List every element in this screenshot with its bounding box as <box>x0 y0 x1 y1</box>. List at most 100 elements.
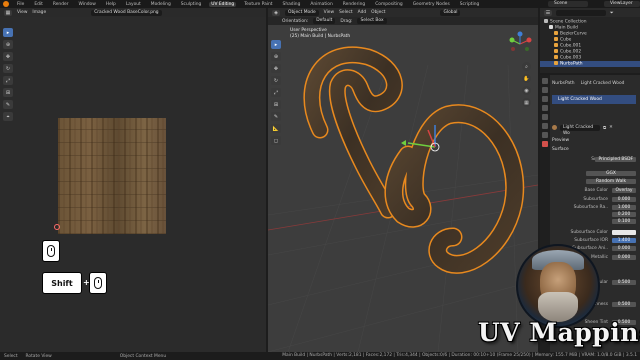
spiral-wood-object[interactable] <box>385 105 523 273</box>
tool-tab-icon[interactable] <box>542 78 548 84</box>
editor-type-icon[interactable]: ◈ <box>272 9 280 16</box>
object-tab-icon[interactable] <box>542 114 548 120</box>
menu-view[interactable]: View <box>17 10 27 15</box>
mode-selector[interactable]: Object Mode <box>285 9 319 16</box>
subsurface-radius-z-field[interactable]: 0.100 <box>612 219 636 224</box>
menu-file[interactable]: File <box>15 2 26 7</box>
unlink-material-icon[interactable]: ✕ <box>609 125 613 130</box>
measure-tool-icon[interactable]: 📐 <box>271 124 281 133</box>
workspace-tab-geometry-nodes[interactable]: Geometry Nodes <box>411 2 452 7</box>
workspace-tab-uv-editing[interactable]: UV Editing <box>209 1 237 7</box>
menu-add[interactable]: Add <box>358 10 367 15</box>
workspace-tab-sculpting[interactable]: Sculpting <box>179 2 204 7</box>
roughness-field[interactable]: 0.500 <box>612 302 636 307</box>
workspace-tab-layout[interactable]: Layout <box>124 2 143 7</box>
subsurface-radius-x-field[interactable]: 1.000 <box>612 205 636 210</box>
workspace-tab-shading[interactable]: Shading <box>281 2 303 7</box>
menu-object[interactable]: Object <box>371 10 385 15</box>
workspace-tab-rendering[interactable]: Rendering <box>341 2 367 7</box>
orientation-field[interactable]: Default <box>313 18 336 24</box>
material-sphere-icon[interactable] <box>552 125 557 130</box>
scene-tab-icon[interactable] <box>542 105 548 111</box>
output-tab-icon[interactable] <box>542 96 548 102</box>
view-layer-selector[interactable]: ViewLayer <box>604 1 640 7</box>
3d-viewport[interactable] <box>268 25 538 352</box>
specular-field[interactable]: 0.500 <box>612 280 636 285</box>
rotate-tool-icon[interactable]: ↻ <box>3 64 13 73</box>
grid-icon[interactable]: ▦ <box>522 98 531 107</box>
cursor-tool-icon[interactable]: ⊕ <box>3 40 13 49</box>
scale-tool-icon[interactable]: ⤢ <box>3 76 13 85</box>
menu-select[interactable]: Select <box>339 10 353 15</box>
cursor-tool-icon[interactable]: ⊕ <box>271 52 281 61</box>
transform-tool-icon[interactable]: ⊞ <box>271 100 281 109</box>
sample-tool-icon[interactable]: ⌖ <box>3 112 13 121</box>
subsurface-color-swatch[interactable] <box>612 230 636 235</box>
surface-panel-header[interactable]: Surface <box>552 146 638 153</box>
outliner-item-selected[interactable]: NurbsPath <box>540 61 640 67</box>
duplicate-material-icon[interactable]: ⧉ <box>603 125 606 131</box>
modifier-tab-icon[interactable] <box>542 123 548 129</box>
editor-type-icon[interactable]: ▦ <box>4 9 12 16</box>
image-name-field[interactable]: Cracked Wood BaseColor.png <box>91 9 162 16</box>
workspace-tab-modeling[interactable]: Modeling <box>149 2 173 7</box>
scene-selector[interactable]: Scene <box>548 1 588 7</box>
collection-icon <box>544 19 548 23</box>
menu-image[interactable]: Image <box>32 10 46 15</box>
menu-view[interactable]: View <box>324 10 334 15</box>
workspace-tab-compositing[interactable]: Compositing <box>373 2 405 7</box>
subsurface-ior-field[interactable]: 1.400 <box>612 238 636 243</box>
select-tool-icon[interactable]: ▸ <box>271 40 281 49</box>
workspace-tab-animation[interactable]: Animation <box>308 2 334 7</box>
blender-logo-icon[interactable] <box>3 1 9 7</box>
subsurface-radius-y-field[interactable]: 0.200 <box>612 212 636 217</box>
menu-help[interactable]: Help <box>104 2 118 7</box>
outliner-search-input[interactable] <box>556 9 606 16</box>
video-title: UV Mapping <box>478 318 640 347</box>
metallic-field[interactable]: 0.000 <box>612 255 636 260</box>
base-color-field[interactable]: Overlay <box>612 188 636 193</box>
zoom-icon[interactable]: ⌕ <box>522 62 531 71</box>
rotate-tool-icon[interactable]: ↻ <box>271 76 281 85</box>
material-slot-item[interactable]: Light Cracked Wood <box>552 95 636 104</box>
pan-hand-icon[interactable]: ✋ <box>522 74 531 83</box>
navigation-gizmo[interactable] <box>506 30 534 58</box>
property-row: Subsurface Ra.. 1.000 <box>552 204 638 211</box>
viewport-tool-settings: Orientation: Default Drag: Select Box <box>268 17 538 25</box>
scale-tool-icon[interactable]: ⤢ <box>271 88 281 97</box>
drag-field[interactable]: Select Box <box>357 18 387 24</box>
annotate-tool-icon[interactable]: ✎ <box>3 100 13 109</box>
material-name-field[interactable]: Light Cracked Wo <box>560 124 600 136</box>
transform-tool-icon[interactable]: ⊞ <box>3 88 13 97</box>
move-tool-icon[interactable]: ✥ <box>271 64 281 73</box>
editor-type-icon[interactable]: ☰ <box>544 9 552 16</box>
subsurface-anisotropy-field[interactable]: 0.000 <box>612 246 636 251</box>
top-menu-bar: File Edit Render Window Help Layout Mode… <box>0 0 640 8</box>
add-cube-tool-icon[interactable]: ◻ <box>271 136 281 145</box>
workspace-tab-texture-paint[interactable]: Texture Paint <box>242 2 274 7</box>
camera-icon[interactable]: ◉ <box>522 86 531 95</box>
material-tab-icon[interactable] <box>542 141 548 147</box>
move-tool-icon[interactable]: ✥ <box>3 52 13 61</box>
preview-panel-header[interactable]: Preview <box>552 137 638 144</box>
select-tool-icon[interactable]: ▸ <box>3 28 13 37</box>
shift-key-overlay: Shift <box>42 272 82 294</box>
filter-icon[interactable]: ⏷ <box>610 10 614 16</box>
menu-render[interactable]: Render <box>51 2 71 7</box>
menu-window[interactable]: Window <box>77 2 98 7</box>
transform-orientation-selector[interactable]: Global <box>440 9 461 16</box>
mesh-icon <box>554 43 558 47</box>
viewport-toolbar: ▸ ⊕ ✥ ↻ ⤢ ⊞ ✎ 📐 ◻ <box>271 40 282 148</box>
workspace-tab-scripting[interactable]: Scripting <box>458 2 482 7</box>
mouse-key-overlay <box>42 240 60 262</box>
annotate-tool-icon[interactable]: ✎ <box>271 112 281 121</box>
data-tab-icon[interactable] <box>542 132 548 138</box>
subsurface-field[interactable]: 0.000 <box>612 197 636 202</box>
render-tab-icon[interactable] <box>542 87 548 93</box>
subsurface-method-select[interactable]: Random Walk <box>586 179 636 184</box>
active-object-label: (25) Main Build | NurbsPath <box>290 34 351 39</box>
property-row: 0.100 <box>552 218 638 225</box>
surface-shader-field[interactable]: Principled BSDF <box>595 157 636 162</box>
distribution-select[interactable]: GGX <box>586 171 636 176</box>
menu-edit[interactable]: Edit <box>32 2 45 7</box>
